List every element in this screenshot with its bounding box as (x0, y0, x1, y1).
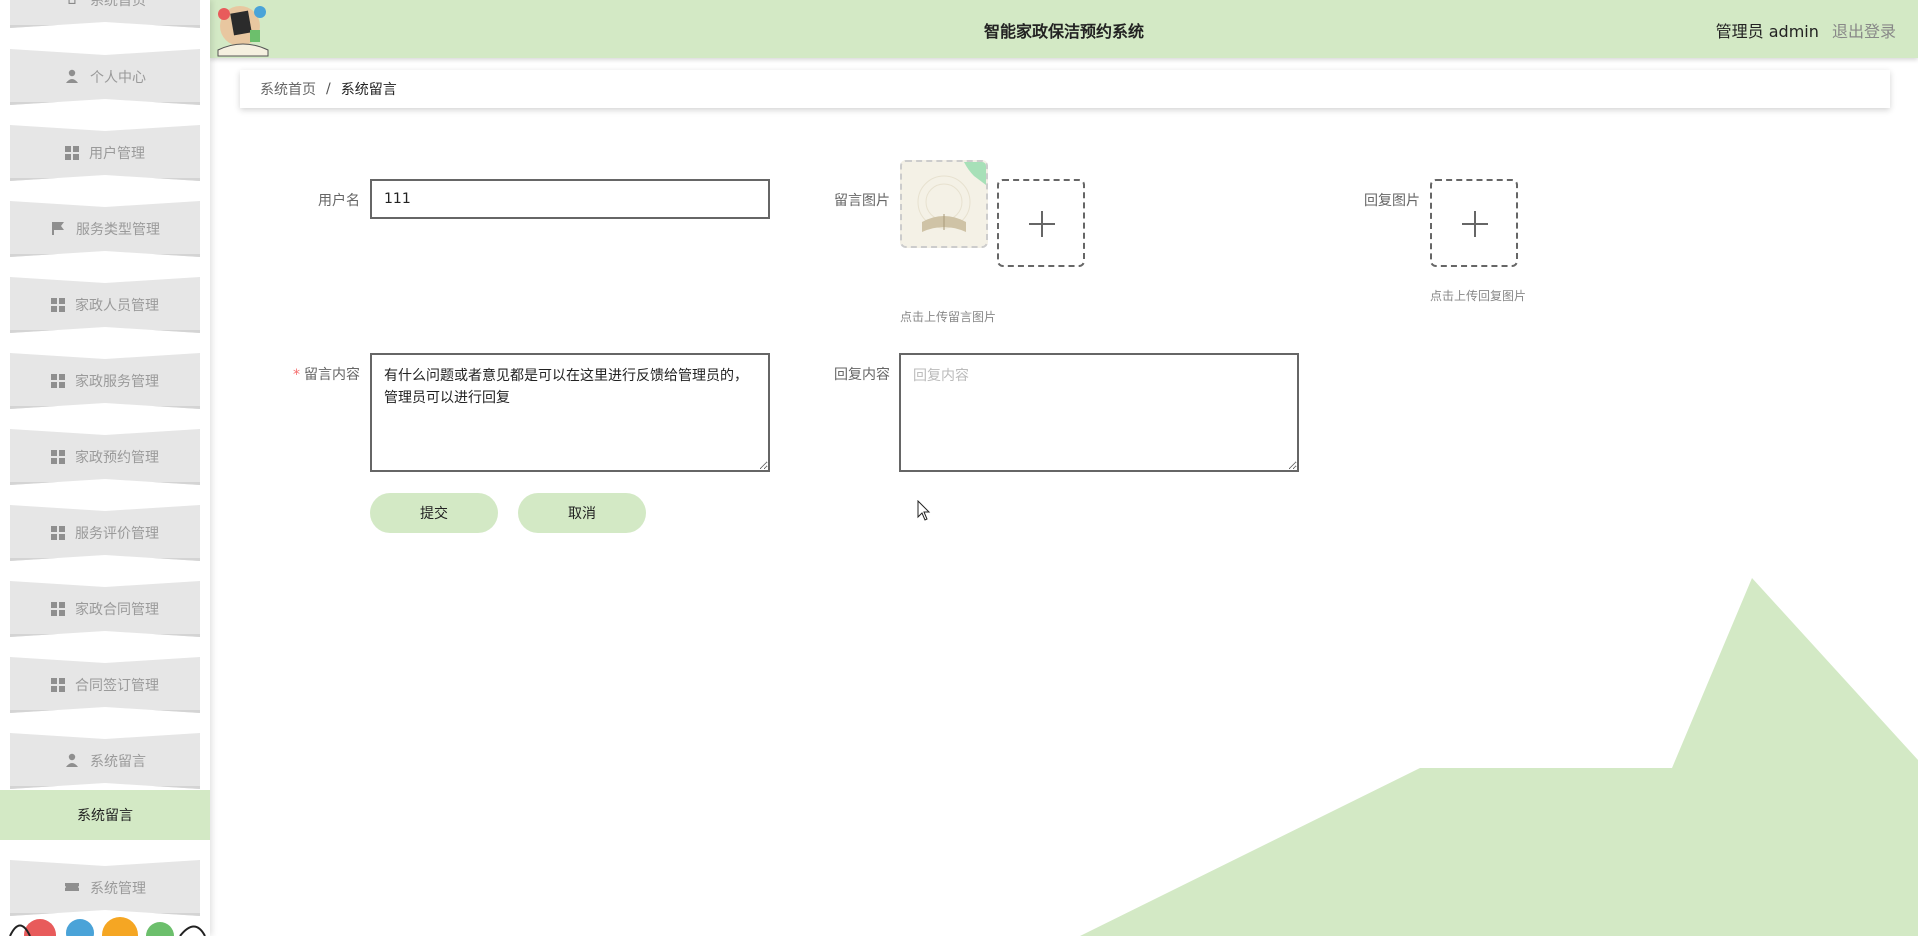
grid-icon (51, 678, 65, 692)
breadcrumb-separator: / (326, 81, 331, 97)
grid-icon (51, 450, 65, 464)
logout-link[interactable]: 退出登录 (1832, 22, 1896, 41)
app-title: 智能家政保洁预约系统 (983, 22, 1144, 41)
user-info: 管理员 admin 退出登录 (1716, 18, 1896, 42)
sidebar-item-contracts[interactable]: 家政合同管理 (10, 581, 200, 637)
username-label: 用户名 (318, 193, 360, 209)
sidebar-item-messages[interactable]: 系统留言 (10, 733, 200, 789)
sidebar-subitem-messages-active[interactable]: 系统留言 (0, 790, 210, 840)
sidebar-item-label: 家政人员管理 (75, 298, 159, 314)
sidebar-item-label: 家政服务管理 (75, 374, 159, 390)
plus-icon-vertical (1474, 211, 1476, 237)
grid-icon (51, 298, 65, 312)
reply-content-textarea[interactable] (899, 353, 1299, 472)
reply-image-hint: 点击上传回复图片 (1430, 289, 1527, 303)
sidebar-item-reviews[interactable]: 服务评价管理 (10, 505, 200, 561)
sidebar-item-services[interactable]: 家政服务管理 (10, 353, 200, 409)
plus-icon-vertical (1041, 211, 1043, 237)
sidebar-item-label: 家政预约管理 (75, 450, 159, 466)
flag-icon (50, 221, 66, 237)
breadcrumb: 系统首页 / 系统留言 (240, 70, 1890, 108)
message-image-upload-button[interactable] (997, 179, 1085, 267)
sidebar-decoration-image (9, 917, 206, 936)
sidebar-item-label: 服务评价管理 (75, 526, 159, 542)
reply-image-upload-button[interactable] (1430, 179, 1518, 267)
message-image-label: 留言图片 (834, 193, 890, 209)
sidebar-item-users[interactable]: 用户管理 (10, 125, 200, 181)
message-image-thumbnail[interactable] (900, 160, 988, 248)
reply-content-label: 回复内容 (834, 367, 890, 383)
grid-icon (51, 374, 65, 388)
top-header: 智能家政保洁预约系统 管理员 admin 退出登录 (210, 0, 1918, 58)
sidebar-item-label: 系统首页 (90, 0, 146, 9)
cancel-button[interactable]: 取消 (518, 493, 646, 533)
grid-icon (51, 602, 65, 616)
sidebar-item-label: 个人中心 (90, 70, 146, 86)
user-icon (64, 69, 80, 85)
sidebar-item-contract-signing[interactable]: 合同签订管理 (10, 657, 200, 713)
required-mark: * (293, 367, 300, 383)
breadcrumb-home[interactable]: 系统首页 (260, 79, 316, 99)
sidebar-item-staff[interactable]: 家政人员管理 (10, 277, 200, 333)
home-icon: ⌂ (67, 0, 77, 8)
sidebar-item-bookings[interactable]: 家政预约管理 (10, 429, 200, 485)
sidebar-item-label: 合同签订管理 (75, 678, 159, 694)
message-image-hint: 点击上传留言图片 (900, 310, 997, 324)
sidebar-item-label: 家政合同管理 (75, 602, 159, 618)
user-icon (64, 753, 80, 769)
breadcrumb-current: 系统留言 (340, 82, 397, 98)
sidebar-item-label: 系统留言 (90, 754, 146, 770)
user-role: 管理员 (1715, 22, 1764, 41)
sidebar-item-profile[interactable]: 个人中心 (10, 49, 200, 105)
sidebar-item-service-types[interactable]: 服务类型管理 (10, 201, 200, 257)
sidebar-item-home[interactable]: ⌂ 系统首页 (10, 0, 200, 28)
reply-image-label: 回复图片 (1364, 193, 1420, 209)
message-content-label-text: 留言内容 (304, 367, 360, 383)
book-illustration-icon (902, 162, 986, 246)
sidebar-item-label: 用户管理 (89, 146, 145, 162)
grid-icon (65, 146, 79, 160)
sidebar-item-label: 服务类型管理 (76, 222, 160, 238)
username-input[interactable] (370, 179, 770, 219)
mouse-cursor-icon (917, 500, 931, 521)
sidebar: ⌂ 系统首页 个人中心 用户管理 服务类型管理 家政人员管理 家政服务管理 家政… (0, 0, 210, 936)
grid-icon (51, 526, 65, 540)
submit-button[interactable]: 提交 (370, 493, 498, 533)
sidebar-item-label: 系统管理 (90, 881, 146, 897)
username: admin (1768, 22, 1819, 41)
ticket-icon (64, 880, 80, 896)
message-content-textarea[interactable]: 有什么问题或者意见都是可以在这里进行反馈给管理员的，管理员可以进行回复 (370, 353, 770, 472)
message-content-label: * 留言内容 (270, 364, 360, 384)
